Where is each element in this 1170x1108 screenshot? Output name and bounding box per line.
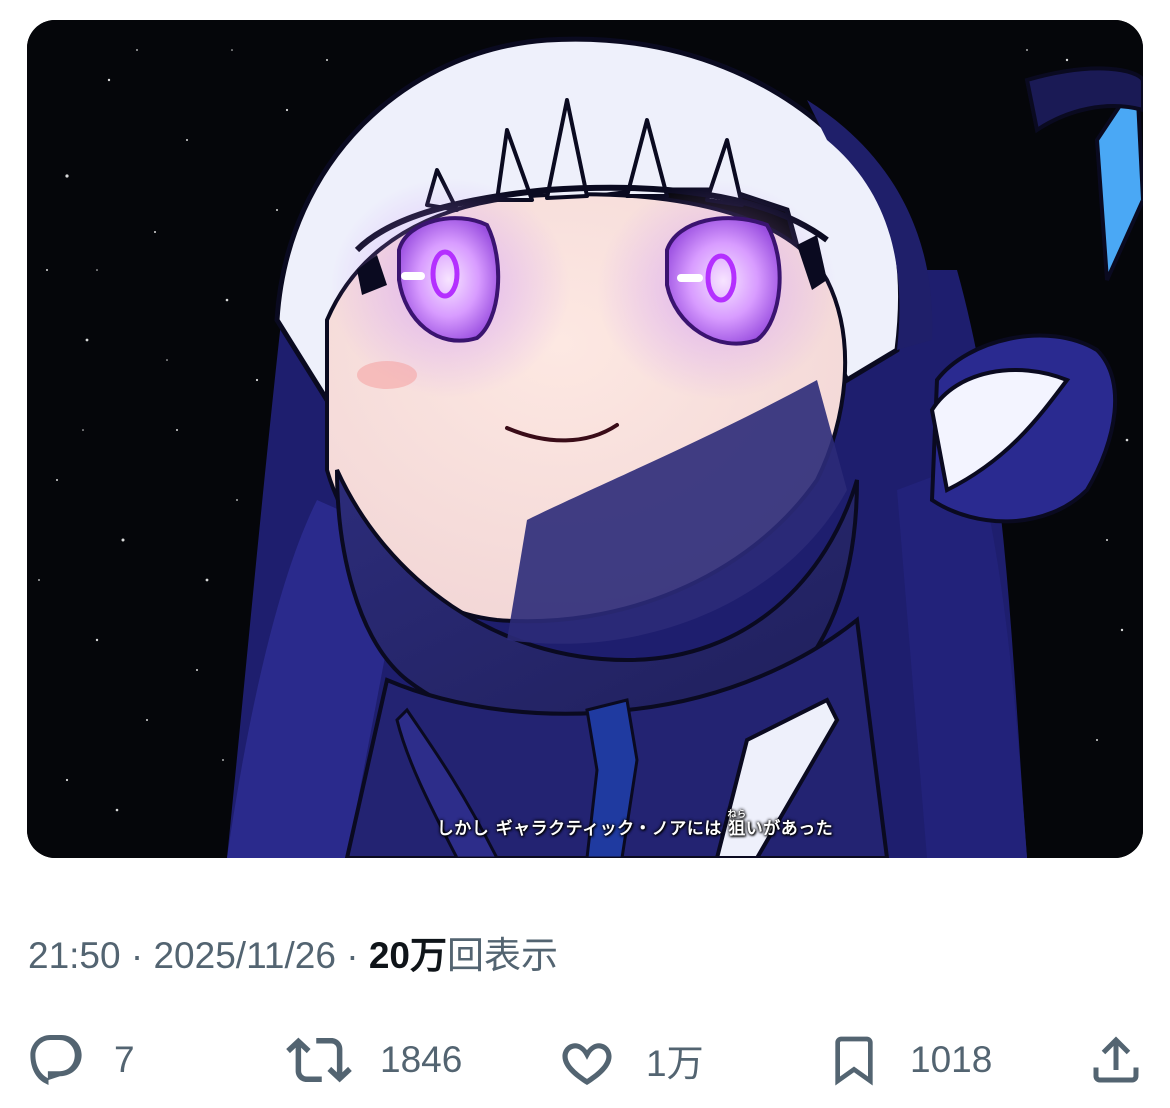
meta-separator: · (346, 935, 359, 976)
reply-bubble-icon (30, 1035, 82, 1085)
bookmark-button[interactable]: 1018 (826, 1025, 992, 1095)
reply-count: 7 (114, 1039, 135, 1080)
post-image[interactable]: しかし ギャラクティック・ノアには 狙ねらいがあった (27, 20, 1143, 858)
subtitle-ruby: 狙ねら (727, 810, 747, 839)
reply-button[interactable]: 7 (26, 1025, 135, 1095)
post-meta: 21:50 · 2025/11/26 · 20万回表示 (28, 932, 558, 980)
repost-arrows-icon (286, 1037, 352, 1083)
views-count: 20万 (368, 935, 447, 976)
meta-separator: · (130, 935, 144, 976)
video-subtitle: しかし ギャラクティック・ノアには 狙ねらいがあった (436, 810, 834, 839)
share-button[interactable] (1086, 1025, 1146, 1095)
heart-icon (562, 1043, 612, 1086)
anime-illustration (27, 20, 1143, 858)
post-time[interactable]: 21:50 (28, 935, 121, 976)
post-date[interactable]: 2025/11/26 (153, 935, 335, 976)
bookmark-icon (835, 1036, 873, 1086)
ruby-reading: ねら (727, 810, 747, 820)
repost-button[interactable]: 1846 (286, 1025, 462, 1095)
repost-count: 1846 (380, 1039, 463, 1080)
like-count: 1万 (646, 1043, 704, 1084)
share-upload-icon (1093, 1036, 1139, 1083)
bookmark-count: 1018 (910, 1039, 993, 1080)
post-action-bar: 7 1846 1万 1018 (0, 1025, 1170, 1095)
views-label: 回表示 (446, 935, 558, 976)
like-button[interactable]: 1万 (556, 1025, 704, 1095)
